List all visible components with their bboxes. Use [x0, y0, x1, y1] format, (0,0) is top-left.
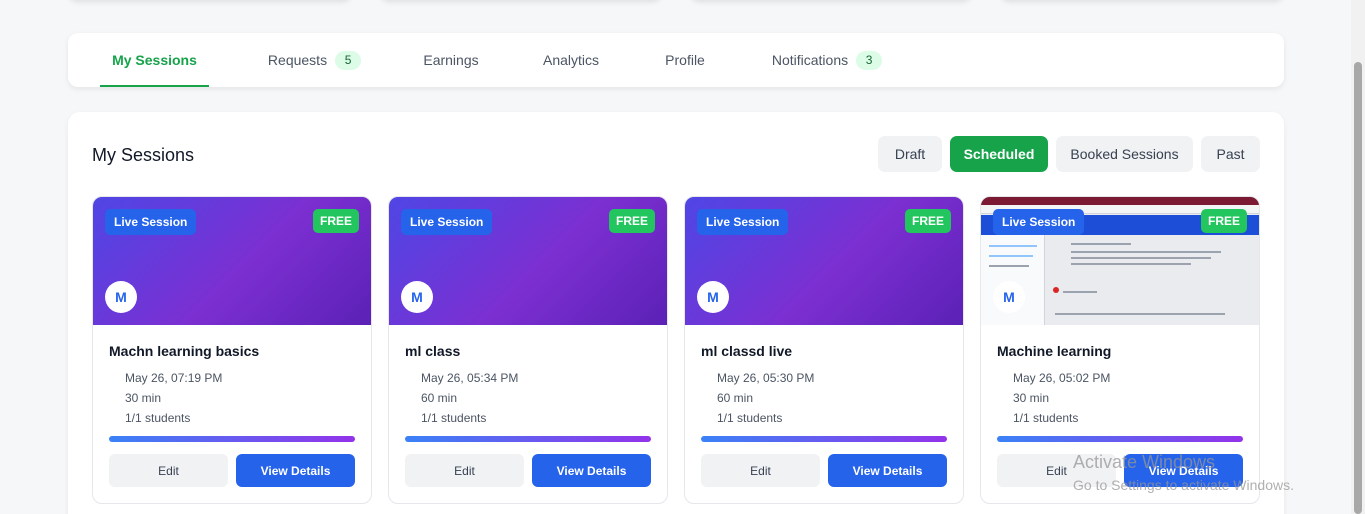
edit-button[interactable]: Edit: [997, 454, 1116, 487]
tab-earnings[interactable]: Earnings: [420, 33, 482, 87]
edit-button[interactable]: Edit: [701, 454, 820, 487]
session-card: Live Session FREE M Machine learning May…: [980, 196, 1260, 504]
view-details-button[interactable]: View Details: [236, 454, 355, 487]
scrollbar[interactable]: [1351, 0, 1365, 514]
filter-past[interactable]: Past: [1201, 136, 1260, 172]
sessions-panel: My Sessions Draft Scheduled Booked Sessi…: [68, 112, 1284, 514]
tab-label: Requests: [267, 52, 328, 68]
filter-scheduled[interactable]: Scheduled: [950, 136, 1048, 172]
tab-requests[interactable]: Requests 5: [267, 33, 362, 87]
edit-button[interactable]: Edit: [109, 454, 228, 487]
enrollment-progress-bar: [109, 436, 355, 442]
requests-count-badge: 5: [335, 50, 362, 70]
session-duration: 60 min: [421, 391, 458, 405]
session-students: 1/1 students: [125, 411, 191, 425]
enrollment-progress-bar: [405, 436, 651, 442]
session-datetime: May 26, 05:02 PM: [1013, 371, 1111, 385]
free-badge: FREE: [312, 209, 359, 233]
session-title: Machine learning: [997, 343, 1112, 359]
enrollment-progress-bar: [701, 436, 947, 442]
tab-notifications[interactable]: Notifications 3: [768, 33, 886, 87]
avatar: M: [697, 281, 729, 313]
avatar: M: [993, 281, 1025, 313]
session-students: 1/1 students: [1013, 411, 1079, 425]
view-details-button[interactable]: View Details: [828, 454, 947, 487]
tab-label: My Sessions: [112, 52, 197, 68]
tab-my-sessions[interactable]: My Sessions: [100, 33, 209, 87]
tab-label: Analytics: [542, 52, 600, 68]
filter-booked-sessions[interactable]: Booked Sessions: [1056, 136, 1193, 172]
free-badge: FREE: [904, 209, 951, 233]
live-session-badge: Live Session: [697, 209, 789, 235]
tab-label: Profile: [665, 52, 705, 68]
live-session-badge: Live Session: [993, 209, 1085, 235]
tab-label: Notifications: [771, 52, 849, 68]
enrollment-progress-bar: [997, 436, 1243, 442]
session-card: Live Session FREE M ml classd live May 2…: [684, 196, 964, 504]
view-details-button[interactable]: View Details: [532, 454, 651, 487]
live-session-badge: Live Session: [105, 209, 197, 235]
session-duration: 60 min: [717, 391, 754, 405]
session-students: 1/1 students: [717, 411, 783, 425]
free-badge: FREE: [608, 209, 655, 233]
session-title: Machn learning basics: [109, 343, 260, 359]
view-details-button[interactable]: View Details: [1124, 454, 1243, 487]
live-session-badge: Live Session: [401, 209, 493, 235]
free-badge: FREE: [1200, 209, 1247, 233]
scrollbar-thumb[interactable]: [1354, 62, 1362, 514]
session-title: ml class: [405, 343, 461, 359]
session-datetime: May 26, 05:30 PM: [717, 371, 815, 385]
session-duration: 30 min: [125, 391, 162, 405]
notifications-count-badge: 3: [856, 50, 883, 70]
tab-profile[interactable]: Profile: [660, 33, 710, 87]
session-datetime: May 26, 05:34 PM: [421, 371, 519, 385]
session-title: ml classd live: [701, 343, 793, 359]
filter-draft[interactable]: Draft: [878, 136, 942, 172]
dashboard-tabs: My Sessions Requests 5 Earnings Analytic…: [68, 33, 1284, 87]
session-students: 1/1 students: [421, 411, 487, 425]
avatar: M: [401, 281, 433, 313]
session-datetime: May 26, 07:19 PM: [125, 371, 223, 385]
panel-title: My Sessions: [92, 145, 195, 165]
tab-analytics[interactable]: Analytics: [538, 33, 604, 87]
tab-label: Earnings: [423, 52, 479, 68]
session-card: Live Session FREE M ml class May 26, 05:…: [388, 196, 668, 504]
edit-button[interactable]: Edit: [405, 454, 524, 487]
avatar: M: [105, 281, 137, 313]
session-duration: 30 min: [1013, 391, 1050, 405]
session-card: Live Session FREE M Machn learning basic…: [92, 196, 372, 504]
